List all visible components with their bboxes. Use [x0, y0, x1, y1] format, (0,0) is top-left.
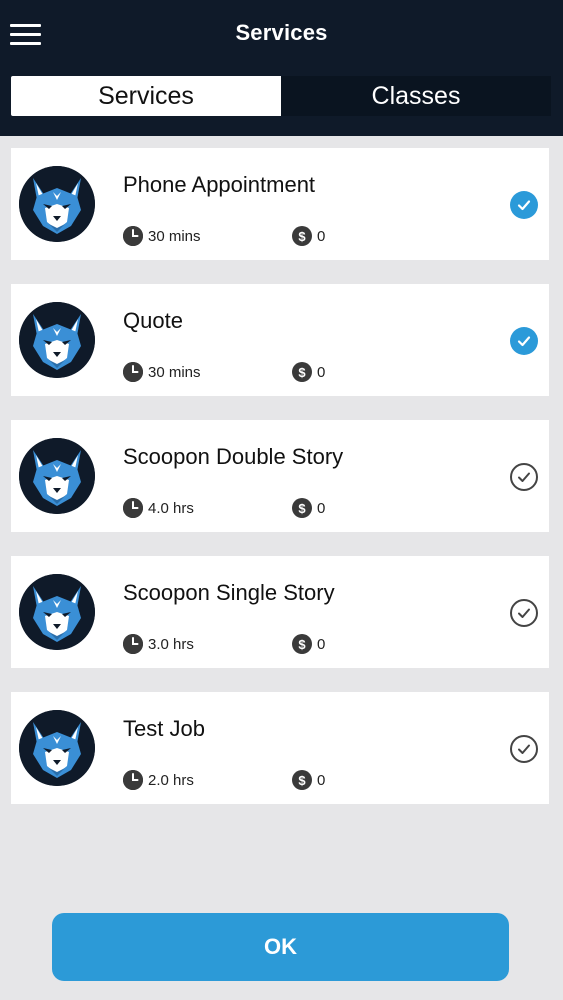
- service-duration-text: 2.0 hrs: [148, 771, 194, 789]
- service-card-4[interactable]: Scoopon Single Story 3.0 hrs $ 0: [11, 556, 549, 668]
- wolf-logo-icon: [19, 438, 95, 514]
- service-card-3[interactable]: Scoopon Double Story 4.0 hrs $ 0: [11, 420, 549, 532]
- service-duration: 4.0 hrs: [123, 498, 194, 518]
- service-price-text: 0: [317, 771, 326, 789]
- service-price: $ 0: [292, 634, 325, 654]
- clock-icon: [123, 498, 143, 518]
- dollar-icon: $: [292, 226, 312, 246]
- service-duration-text: 30 mins: [148, 227, 201, 245]
- service-name: Test Job: [123, 716, 205, 741]
- dollar-icon: $: [292, 634, 312, 654]
- dollar-icon: $: [292, 362, 312, 382]
- service-price: $ 0: [292, 770, 325, 790]
- tab-classes[interactable]: Classes: [281, 76, 551, 116]
- service-price: $ 0: [292, 362, 325, 382]
- service-name: Phone Appointment: [123, 172, 316, 197]
- dollar-icon: $: [292, 498, 312, 518]
- service-name: Scoopon Single Story: [123, 580, 335, 605]
- service-card-2[interactable]: Quote 30 mins $ 0: [11, 284, 549, 396]
- service-list: Phone Appointment 30 mins $ 0 Quote 30 m…: [11, 148, 549, 828]
- service-name: Scoopon Double Story: [123, 444, 344, 469]
- service-duration-text: 30 mins: [148, 363, 201, 381]
- service-duration: 30 mins: [123, 226, 201, 246]
- service-price-text: 0: [317, 227, 326, 245]
- service-duration: 3.0 hrs: [123, 634, 194, 654]
- ok-button[interactable]: OK: [52, 913, 509, 981]
- service-duration: 30 mins: [123, 362, 201, 382]
- service-price: $ 0: [292, 498, 325, 518]
- service-card-5[interactable]: Test Job 2.0 hrs $ 0: [11, 692, 549, 804]
- service-price-text: 0: [317, 363, 326, 381]
- check-circle-outline-icon[interactable]: [510, 463, 538, 491]
- clock-icon: [123, 362, 143, 382]
- clock-icon: [123, 770, 143, 790]
- service-name: Quote: [123, 308, 183, 333]
- service-price: $ 0: [292, 226, 325, 246]
- clock-icon: [123, 634, 143, 654]
- service-duration: 2.0 hrs: [123, 770, 194, 790]
- service-price-text: 0: [317, 499, 326, 517]
- wolf-logo-icon: [19, 574, 95, 650]
- wolf-logo-icon: [19, 302, 95, 378]
- segmented-tabs: Services Classes: [11, 76, 551, 116]
- app-header: Services Services Classes: [0, 0, 563, 136]
- check-circle-outline-icon[interactable]: [510, 599, 538, 627]
- check-circle-filled-icon[interactable]: [510, 327, 538, 355]
- clock-icon: [123, 226, 143, 246]
- check-circle-outline-icon[interactable]: [510, 735, 538, 763]
- wolf-logo-icon: [19, 710, 95, 786]
- page-title: Services: [235, 20, 328, 45]
- service-card-1[interactable]: Phone Appointment 30 mins $ 0: [11, 148, 549, 260]
- wolf-logo-icon: [19, 166, 95, 242]
- service-price-text: 0: [317, 635, 326, 653]
- check-circle-filled-icon[interactable]: [510, 191, 538, 219]
- dollar-icon: $: [292, 770, 312, 790]
- service-duration-text: 4.0 hrs: [148, 499, 194, 517]
- tab-services[interactable]: Services: [11, 76, 281, 116]
- service-duration-text: 3.0 hrs: [148, 635, 194, 653]
